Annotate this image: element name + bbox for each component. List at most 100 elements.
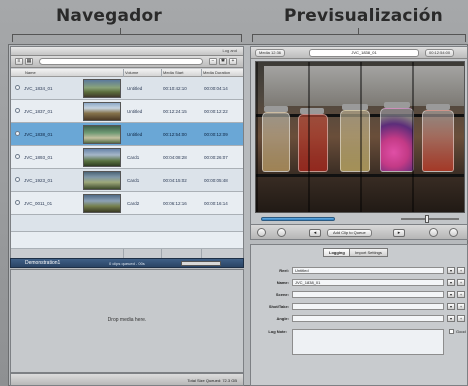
clip-volume: Untitled: [127, 132, 143, 137]
previous-marker-button[interactable]: ◂: [309, 229, 321, 237]
field-input[interactable]: [292, 291, 444, 298]
clip-media-duration: 00:00:12:09: [204, 132, 228, 137]
clip-list: JVC_1834_01 Untitled 00:10:42:10 00:00:04:1…: [11, 77, 243, 249]
field-input[interactable]: JVC_1838_01: [292, 279, 444, 286]
preview-pane: Media 12:36 JVC_1838_01 00:12:54:00 ⏮ ◂ …: [250, 46, 468, 238]
field-menu-button[interactable]: ▾: [447, 279, 455, 286]
go-to-out-button[interactable]: [429, 228, 438, 237]
column-volume[interactable]: Volume: [125, 70, 138, 75]
media-duration-field[interactable]: Media 12:36: [255, 49, 286, 57]
field-label: Scene:: [275, 292, 289, 297]
field-input[interactable]: [292, 303, 444, 310]
search-input[interactable]: [39, 58, 203, 65]
mark-in-button[interactable]: [257, 228, 266, 237]
browser-title: Log and: [222, 48, 237, 53]
clip-marker-icon[interactable]: [15, 131, 20, 136]
media-drop-area[interactable]: Drop media here.: [10, 269, 244, 373]
field-add-button[interactable]: +: [457, 303, 465, 310]
caption-browser: Navegador: [56, 6, 162, 26]
clip-name: JVC_1834_01: [24, 86, 53, 91]
go-to-in-button[interactable]: [277, 228, 286, 237]
logging-field-row: Angle: ▾ +: [251, 315, 468, 324]
clip-row[interactable]: JVC_1834_01 Untitled 00:10:42:10 00:00:04:1…: [11, 77, 243, 100]
log-note-label: Log Note:: [268, 329, 287, 334]
clip-row[interactable]: JVC_1893_01 Card1 00:04:08:28 00:00:26:07: [11, 146, 243, 169]
column-name[interactable]: Name: [25, 70, 36, 75]
tab-import-settings[interactable]: Import Settings: [349, 248, 388, 257]
clip-media-start: 00:12:24:15: [163, 109, 187, 114]
project-progress: [181, 261, 221, 266]
clip-name: JVC_1838_01: [24, 132, 53, 137]
clip-name: JVC_0011_01: [24, 201, 53, 206]
preview-clip-name: JVC_1838_01: [309, 49, 419, 57]
clip-row[interactable]: JVC_1837_01 Untitled 00:12:24:15 00:00:12:2…: [11, 100, 243, 123]
clip-marker-icon[interactable]: [15, 108, 20, 113]
clip-thumbnail[interactable]: [83, 125, 121, 144]
logging-pane: Logging Import Settings Reel: Untitled ▾ + N…: [250, 244, 468, 386]
tab-logging[interactable]: Logging: [323, 248, 351, 257]
logging-field-row: Scene: ▾ +: [251, 291, 468, 300]
clip-marker-icon[interactable]: [15, 85, 20, 90]
list-view-button[interactable]: ≡: [15, 58, 23, 65]
clip-row[interactable]: JVC_1838_01 Untitled 00:12:54:00 00:00:12:0…: [11, 123, 243, 146]
clip-thumbnail[interactable]: [83, 102, 121, 121]
browser-toolbar: ≡ ▦ − ✱ +: [11, 56, 243, 68]
field-add-button[interactable]: +: [457, 267, 465, 274]
field-menu-button[interactable]: ▾: [447, 303, 455, 310]
empty-row: [11, 215, 243, 232]
column-media-start[interactable]: Media Start: [163, 70, 183, 75]
current-timecode-field[interactable]: 00:12:54:00: [425, 49, 455, 57]
jog-track[interactable]: [401, 218, 459, 220]
browser-pane: Log and ≡ ▦ − ✱ + Name Volume Media Star…: [10, 46, 244, 293]
clip-volume: Card1: [127, 155, 140, 160]
clip-thumbnail[interactable]: [83, 194, 121, 213]
gear-icon[interactable]: ✱: [219, 58, 227, 65]
clip-marker-icon[interactable]: [15, 177, 20, 182]
clip-thumbnail[interactable]: [83, 148, 121, 167]
add-clip-to-queue-button[interactable]: Add Clip to Queue: [327, 229, 372, 237]
project-name[interactable]: Demonstration1: [25, 260, 60, 266]
field-add-button[interactable]: +: [457, 291, 465, 298]
column-media-duration[interactable]: Media Duration: [203, 70, 230, 75]
total-size-queued: Total Size Queued: 72.3 GB: [187, 378, 237, 383]
browser-titlebar: Log and: [11, 47, 243, 56]
field-menu-button[interactable]: ▾: [447, 315, 455, 322]
clip-name: JVC_1893_01: [24, 155, 53, 160]
clip-marker-icon[interactable]: [15, 154, 20, 159]
field-menu-button[interactable]: ▾: [447, 267, 455, 274]
zoom-out-button[interactable]: −: [209, 58, 217, 65]
field-add-button[interactable]: +: [457, 279, 465, 286]
zoom-in-button[interactable]: +: [229, 58, 237, 65]
clip-marker-icon[interactable]: [15, 200, 20, 205]
clip-volume: Card2: [127, 201, 140, 206]
drop-media-text: Drop media here.: [107, 317, 147, 323]
clip-thumbnail[interactable]: [83, 171, 121, 190]
caption-preview: Previsualización: [284, 6, 443, 26]
project-queue-info: 0 clips queued - 00s: [109, 261, 145, 266]
playhead-scrubber[interactable]: [255, 215, 465, 223]
next-marker-button[interactable]: ▸: [393, 229, 405, 237]
mark-out-button[interactable]: [449, 228, 458, 237]
shelf-frame: [256, 62, 464, 212]
jog-knob[interactable]: [425, 215, 429, 223]
clip-media-duration: 00:00:05:48: [204, 178, 228, 183]
field-input[interactable]: Untitled: [292, 267, 444, 274]
thumbnail-view-button[interactable]: ▦: [25, 58, 33, 65]
clip-volume: Card1: [127, 178, 140, 183]
field-input[interactable]: [292, 315, 444, 322]
clip-row[interactable]: JVC_1923_01 Card1 00:04:15:02 00:00:05:48: [11, 169, 243, 192]
clip-media-start: 00:04:15:02: [163, 178, 187, 183]
field-add-button[interactable]: +: [457, 315, 465, 322]
field-label: Reel:: [279, 268, 289, 273]
clip-row[interactable]: JVC_0011_01 Card2 00:06:12:16 00:00:16:14: [11, 192, 243, 215]
field-menu-button[interactable]: ▾: [447, 291, 455, 298]
clip-media-start: 00:12:54:00: [163, 132, 187, 137]
preview-top-bar: Media 12:36 JVC_1838_01 00:12:54:00: [251, 47, 467, 59]
clip-media-duration: 00:00:26:07: [204, 155, 228, 160]
clip-thumbnail[interactable]: [83, 79, 121, 98]
log-note-textarea[interactable]: [292, 329, 444, 355]
clip-media-duration: 00:00:16:14: [204, 201, 228, 206]
project-bar: Demonstration1 0 clips queued - 00s: [10, 258, 244, 268]
scrub-bar[interactable]: [261, 217, 335, 221]
good-checkbox[interactable]: [449, 329, 454, 334]
